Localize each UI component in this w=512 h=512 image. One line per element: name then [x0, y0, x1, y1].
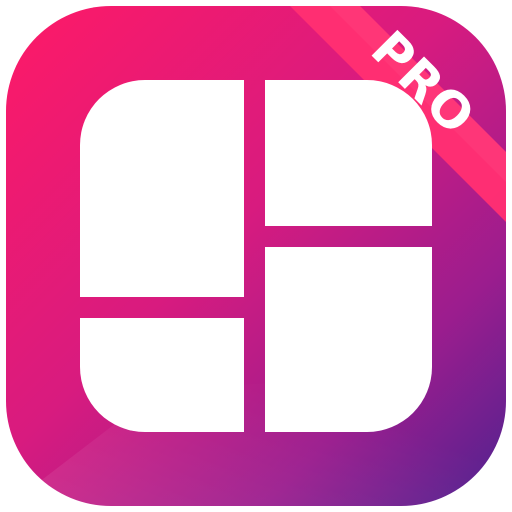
collage-tile-top-left: [80, 80, 244, 297]
collage-tile-top-right: [265, 80, 432, 226]
collage-tile-bottom-left: [80, 318, 244, 432]
app-icon[interactable]: PRO: [0, 0, 512, 512]
icon-background: PRO: [6, 6, 506, 506]
collage-tile-bottom-right: [265, 247, 432, 432]
app-icon-graphic: PRO: [6, 6, 506, 506]
